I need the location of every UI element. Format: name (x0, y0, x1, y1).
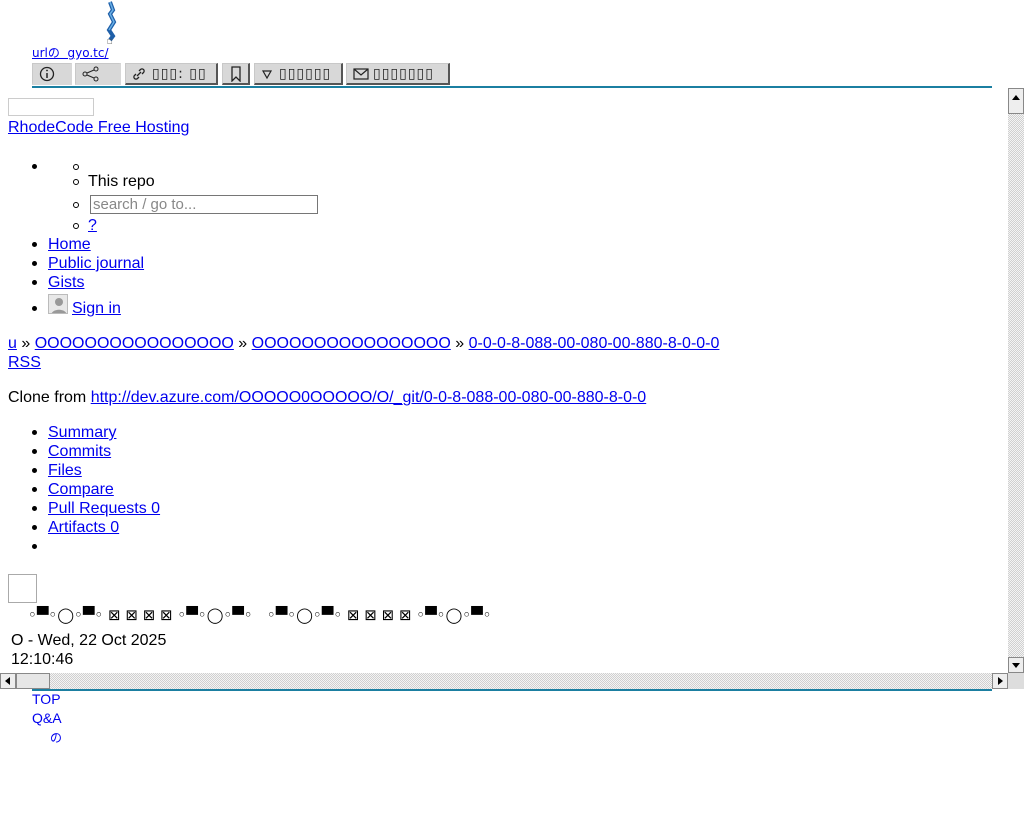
nav-public-journal[interactable]: Public journal (31, 255, 144, 273)
filter-label: ▯▯▯▯▯▯ (279, 65, 332, 82)
avatar (48, 294, 68, 314)
tab-summary[interactable]: Summary (31, 424, 116, 442)
clone-url-link[interactable]: http://dev.azure.com/OOOOO0OOOOO/O/_git/… (91, 389, 647, 406)
tab-files[interactable]: Files (32, 462, 82, 480)
breadcrumb-separator: » (455, 335, 465, 352)
tab-pull-requests[interactable]: Pull Requests 0 (31, 500, 160, 518)
breadcrumb-separator: » (238, 335, 248, 352)
scroll-down-button[interactable] (1008, 657, 1024, 673)
horizontal-scroll-thumb[interactable] (16, 673, 50, 689)
breadcrumb: u » OOOOOOOOOOOOOOOO » OOOOOOOOOOOOOOOO … (8, 335, 719, 353)
bookmark-icon (230, 65, 241, 82)
site-title-link[interactable]: RhodeCode Free Hosting (8, 119, 189, 137)
misc-link[interactable]: の (50, 729, 62, 746)
search-input-item (73, 196, 89, 214)
share-button[interactable] (75, 63, 121, 85)
tab-empty (32, 538, 49, 556)
breadcrumb-repo[interactable]: 0-0-0-8-088-00-080-00-880-8-0-0-0 (469, 335, 720, 352)
bottom-divider (32, 689, 992, 691)
scroll-right-button[interactable] (992, 673, 1008, 689)
vertical-scrollbar[interactable] (1008, 88, 1024, 673)
clone-label: Clone from (8, 389, 87, 406)
rss-link[interactable]: RSS (8, 354, 41, 372)
filter-button[interactable]: ▯▯▯▯▯▯ (254, 63, 343, 85)
breadcrumb-separator: » (21, 335, 31, 352)
copy-link-label: ▯▯▯: ▯▯ (152, 65, 207, 82)
page-content: RhodeCode Free Hosting This repo ? Home … (0, 88, 1008, 673)
image-placeholder (8, 574, 37, 603)
scrollbar-corner (1008, 673, 1024, 689)
mail-icon (353, 67, 369, 80)
triangle-down-icon (261, 69, 273, 79)
horizontal-scrollbar[interactable] (0, 673, 1008, 689)
user-icon (51, 298, 67, 313)
link-icon (133, 67, 145, 80)
arrow-down-icon (1012, 663, 1020, 668)
tab-artifacts[interactable]: Artifacts 0 (31, 519, 119, 537)
qa-link[interactable]: Q&A (32, 710, 62, 726)
page-frame: RhodeCode Free Hosting This repo ? Home … (0, 88, 1024, 689)
info-icon (39, 66, 55, 81)
copy-link-button[interactable]: ▯▯▯: ▯▯ (125, 63, 218, 85)
arrow-right-icon (998, 677, 1003, 685)
search-scope-label: This repo (73, 173, 155, 190)
nav-gists[interactable]: Gists (31, 274, 84, 292)
empty-search-box[interactable] (8, 98, 94, 116)
mail-button[interactable]: ▯▯▯▯▯▯▯ (346, 63, 450, 85)
mail-label: ▯▯▯▯▯▯▯ (373, 65, 434, 82)
tab-commits[interactable]: Commits (31, 443, 111, 461)
bookmark-button[interactable] (222, 63, 250, 85)
breadcrumb-group-1[interactable]: OOOOOOOOOOOOOOOO (35, 335, 234, 352)
info-button[interactable] (32, 63, 72, 85)
sign-in-link[interactable]: Sign in (72, 300, 121, 318)
breadcrumb-root[interactable]: u (8, 335, 17, 352)
clone-line: Clone from http://dev.azure.com/OOOOO0OO… (8, 389, 646, 407)
gyo-logo: □ (106, 1, 117, 44)
share-icon (82, 66, 99, 81)
search-menu-item (32, 158, 49, 176)
glyph-row: ◦▀◦◯◦▀◦ ⊠ ⊠ ⊠ ⊠ ◦▀◦◯◦▀◦ ◦▀◦◯◦▀◦ ⊠ ⊠ ⊠ ⊠ … (28, 606, 492, 624)
breadcrumb-group-2[interactable]: OOOOOOOOOOOOOOOO (252, 335, 451, 352)
scroll-up-button[interactable] (1008, 88, 1024, 114)
arrow-left-icon (5, 677, 10, 685)
scroll-left-button[interactable] (0, 673, 16, 689)
arrow-up-icon (1012, 95, 1020, 100)
search-input[interactable] (90, 195, 318, 214)
top-link[interactable]: TOP (32, 691, 61, 707)
help-link[interactable]: ? (73, 217, 97, 235)
footer-timestamp: O - Wed, 22 Oct 2025 12:10:46 (11, 632, 167, 668)
short-url-link[interactable]: urlの gyo.tc/ (32, 44, 109, 61)
nav-home[interactable]: Home (32, 236, 91, 254)
tab-compare[interactable]: Compare (32, 481, 114, 499)
